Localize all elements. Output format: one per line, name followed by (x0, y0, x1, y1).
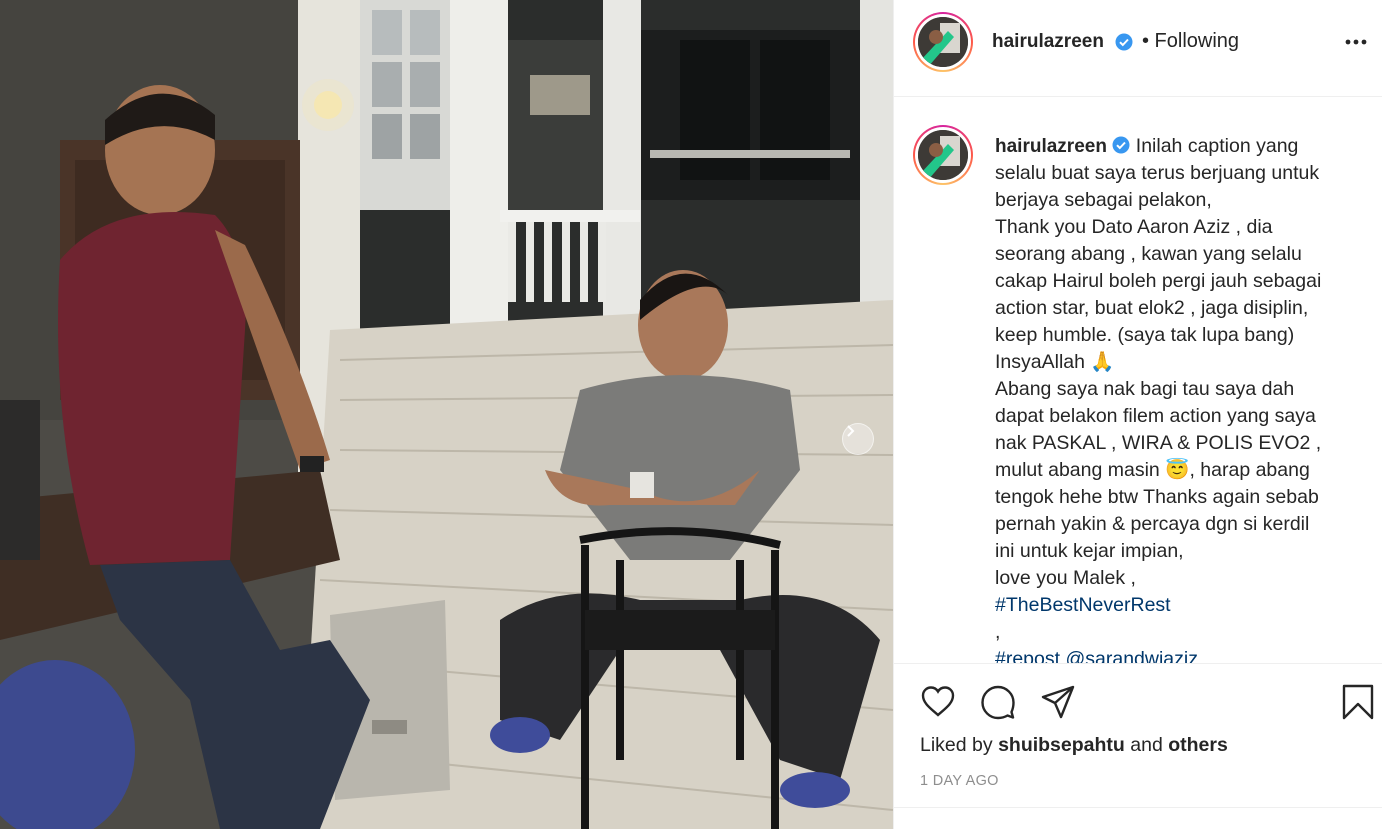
more-icon[interactable] (1341, 30, 1371, 54)
verified-icon (1115, 33, 1133, 51)
caption-line: tengok hehe btw Thanks again sebab (995, 486, 1319, 508)
caption-line: Thank you Dato Aaron Aziz , dia (995, 216, 1273, 238)
divider (894, 807, 1382, 808)
post-actions: Liked by shuibsepahtu and others 1 DAY A… (894, 663, 1382, 829)
share-icon[interactable] (1040, 684, 1076, 720)
photo-scene (0, 0, 893, 829)
next-photo-button[interactable] (842, 423, 874, 455)
repost-link[interactable]: #repost @sarandwiaziz (995, 646, 1355, 663)
post-caption: hairulazreen Inilah caption yang selalu … (995, 133, 1355, 663)
likes-prefix: Liked by (920, 734, 993, 756)
avatar[interactable] (913, 12, 973, 72)
caption-line: selalu buat saya terus berjuang untuk (995, 162, 1320, 184)
avatar-image (918, 130, 968, 180)
username-link[interactable]: hairulazreen (992, 31, 1104, 53)
chevron-right-icon (847, 425, 855, 437)
post-timestamp[interactable]: 1 DAY AGO (920, 773, 999, 789)
likes-others-link[interactable]: others (1168, 734, 1228, 756)
liked-by-user-link[interactable]: shuibsepahtu (998, 734, 1125, 756)
caption-avatar[interactable] (913, 125, 973, 185)
comments-section[interactable]: hairulazreen Inilah caption yang selalu … (894, 97, 1382, 663)
caption-line: keep humble. (saya tak lupa bang) (995, 324, 1295, 346)
caption-line: , (995, 621, 1001, 643)
caption-line: cakap Hairul boleh pergi jauh sebagai (995, 270, 1322, 292)
caption-line: nak PASKAL , WIRA & POLIS EVO2 , (995, 432, 1322, 454)
caption-line: ini untuk kejar impian, (995, 540, 1184, 562)
hashtag-link[interactable]: #TheBestNeverRest (995, 592, 1355, 619)
verified-icon (1112, 136, 1130, 154)
caption-line: pernah yakin & percaya dgn si kerdil (995, 513, 1310, 535)
caption-line: Abang saya nak bagi tau saya dah (995, 378, 1295, 400)
post-header: hairulazreen • Following (894, 0, 1382, 97)
heart-icon[interactable] (920, 684, 956, 720)
caption-line: mulut abang masin 😇, harap abang (995, 459, 1310, 481)
caption-line: InsyaAllah 🙏 (995, 351, 1115, 373)
caption-line: dapat belakon filem action yang saya (995, 405, 1316, 427)
caption-line: love you Malek , (995, 567, 1136, 589)
comment-icon[interactable] (980, 684, 1016, 720)
post-photo[interactable] (0, 0, 893, 829)
caption-line: seorang abang , kawan yang selalu (995, 243, 1302, 265)
caption-line: Inilah caption yang (1135, 135, 1299, 157)
likes-conj: and (1130, 734, 1163, 756)
avatar-image (918, 17, 968, 67)
likes-summary: Liked by shuibsepahtu and others (920, 734, 1228, 757)
caption-username-link[interactable]: hairulazreen (995, 136, 1107, 157)
caption-line: berjaya sebagai pelakon, (995, 189, 1212, 211)
bookmark-icon[interactable] (1340, 684, 1376, 720)
following-button[interactable]: • Following (1142, 30, 1239, 53)
caption-line: action star, buat elok2 , jaga disiplin, (995, 297, 1309, 319)
post-sidebar: hairulazreen • Following hairulazreen In… (893, 0, 1382, 829)
